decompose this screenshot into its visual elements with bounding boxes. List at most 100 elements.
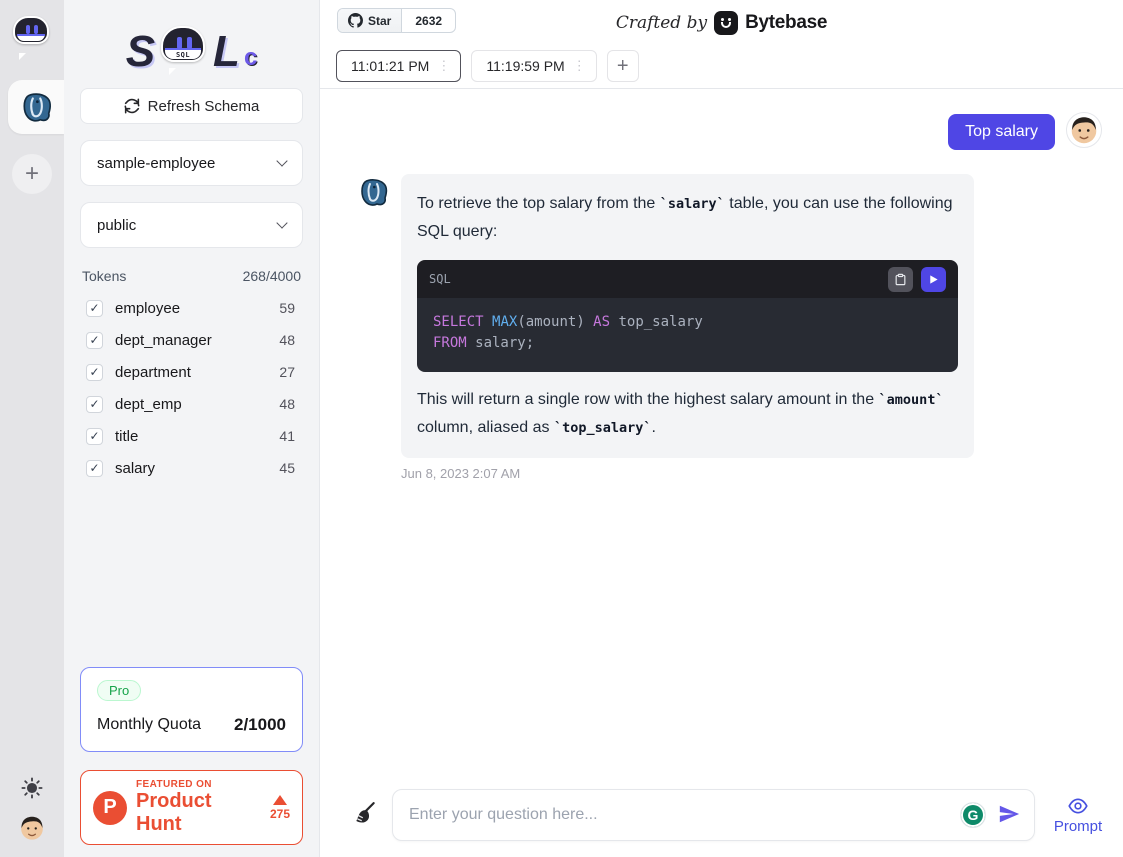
chevron-down-icon bbox=[276, 217, 287, 228]
table-row-department: department 27 bbox=[80, 360, 303, 384]
assistant-intro-text: To retrieve the top salary from the `sal… bbox=[417, 190, 958, 246]
conversation-tab-active[interactable]: 11:01:21 PM ⋮ bbox=[336, 50, 461, 82]
table-token-count: 48 bbox=[279, 396, 295, 412]
play-icon bbox=[928, 274, 939, 285]
postgresql-icon bbox=[19, 90, 53, 124]
code-language-label: SQL bbox=[429, 272, 451, 286]
table-token-count: 59 bbox=[279, 300, 295, 316]
schema-select[interactable]: public bbox=[80, 202, 303, 248]
table-name: department bbox=[115, 364, 191, 381]
kebab-menu-icon[interactable]: ⋮ bbox=[573, 58, 586, 74]
table-name: dept_emp bbox=[115, 396, 182, 413]
prompt-button[interactable]: Prompt bbox=[1049, 796, 1107, 835]
main-header: Star 2632 Crafted by Bytebase 11:01:21 P… bbox=[320, 0, 1123, 89]
github-star-button[interactable]: Star 2632 bbox=[337, 8, 456, 33]
pro-badge: Pro bbox=[97, 680, 141, 701]
broom-icon bbox=[352, 801, 378, 827]
chat-area: Top salary bbox=[320, 89, 1123, 857]
sidebar: S SQL L c Refresh Schema sample-employee bbox=[64, 0, 320, 857]
assistant-message-bubble: To retrieve the top salary from the `sal… bbox=[401, 174, 974, 458]
conversation-tabs: 11:01:21 PM ⋮ 11:19:59 PM ⋮ + bbox=[336, 50, 1107, 82]
assistant-outro-text: This will return a single row with the h… bbox=[417, 386, 958, 442]
product-hunt-name: Product Hunt bbox=[136, 790, 261, 836]
connection-item-postgres[interactable] bbox=[8, 80, 64, 134]
user-message-bubble: Top salary bbox=[948, 114, 1055, 150]
quota-label: Monthly Quota bbox=[97, 716, 201, 734]
composer: G Prompt bbox=[320, 789, 1123, 857]
message-timestamp: Jun 8, 2023 2:07 AM bbox=[401, 466, 1123, 481]
inline-code: `salary` bbox=[660, 196, 725, 212]
product-hunt-badge[interactable]: P FEATURED ON Product Hunt 275 bbox=[80, 770, 303, 845]
table-token-count: 45 bbox=[279, 460, 295, 476]
refresh-schema-button[interactable]: Refresh Schema bbox=[80, 88, 303, 124]
table-token-count: 48 bbox=[279, 332, 295, 348]
kebab-menu-icon[interactable]: ⋮ bbox=[437, 58, 450, 74]
plus-icon: + bbox=[617, 55, 629, 78]
postgresql-icon bbox=[357, 176, 389, 208]
tokens-summary: Tokens 268/4000 bbox=[80, 268, 303, 284]
product-hunt-featured-label: FEATURED ON bbox=[136, 779, 261, 790]
database-select-value: sample-employee bbox=[97, 155, 215, 172]
copy-code-button[interactable] bbox=[888, 267, 913, 292]
table-token-count: 27 bbox=[279, 364, 295, 380]
add-connection-button[interactable]: + bbox=[12, 154, 52, 194]
table-row-dept-emp: dept_emp 48 bbox=[80, 392, 303, 416]
clear-conversation-button[interactable] bbox=[350, 800, 380, 830]
logo-robot-icon: SQL bbox=[161, 26, 207, 72]
logo-letter-l: L bbox=[213, 30, 240, 74]
sqlchat-logo: S SQL L c bbox=[80, 8, 303, 80]
table-token-count: 41 bbox=[279, 428, 295, 444]
table-name: employee bbox=[115, 300, 180, 317]
sqlchat-app: + bbox=[0, 0, 1123, 857]
logo-badge: SQL bbox=[176, 51, 190, 59]
run-code-button[interactable] bbox=[921, 267, 946, 292]
user-avatar bbox=[1066, 112, 1102, 148]
table-checkbox[interactable] bbox=[86, 396, 103, 413]
table-checkbox[interactable] bbox=[86, 460, 103, 477]
inline-code: `top_salary` bbox=[554, 420, 652, 436]
question-input[interactable] bbox=[409, 806, 960, 824]
send-button[interactable] bbox=[996, 803, 1022, 827]
table-checkbox[interactable] bbox=[86, 300, 103, 317]
sun-icon bbox=[21, 777, 43, 799]
sql-code-block: SQL bbox=[417, 260, 958, 372]
question-input-box: G bbox=[392, 789, 1035, 841]
refresh-schema-label: Refresh Schema bbox=[148, 98, 260, 115]
database-select[interactable]: sample-employee bbox=[80, 140, 303, 186]
theme-toggle-button[interactable] bbox=[21, 777, 43, 799]
logo-letter-c: c bbox=[244, 44, 257, 72]
table-row-salary: salary 45 bbox=[80, 456, 303, 480]
connection-rail: + bbox=[0, 0, 64, 857]
quota-value: 2/1000 bbox=[234, 715, 286, 735]
table-name: dept_manager bbox=[115, 332, 212, 349]
tokens-label: Tokens bbox=[82, 268, 126, 284]
table-checkbox[interactable] bbox=[86, 428, 103, 445]
prompt-button-label: Prompt bbox=[1054, 818, 1102, 835]
sqlchat-bot-avatar[interactable] bbox=[13, 16, 51, 54]
account-avatar[interactable] bbox=[17, 813, 47, 843]
table-checkbox[interactable] bbox=[86, 364, 103, 381]
conversation-tab[interactable]: 11:19:59 PM ⋮ bbox=[471, 50, 596, 82]
quota-card[interactable]: Pro Monthly Quota 2/1000 bbox=[80, 667, 303, 752]
code-block-header: SQL bbox=[417, 260, 958, 298]
crafted-by-label: Crafted by bbox=[616, 13, 707, 33]
table-checkbox[interactable] bbox=[86, 332, 103, 349]
product-hunt-logo-icon: P bbox=[93, 791, 127, 825]
new-conversation-button[interactable]: + bbox=[607, 50, 639, 82]
github-icon bbox=[348, 13, 363, 28]
eye-icon bbox=[1066, 796, 1090, 816]
upvote-icon bbox=[273, 795, 287, 805]
send-icon bbox=[997, 803, 1021, 825]
tokens-value: 268/4000 bbox=[243, 268, 301, 284]
logo-letter-s: S bbox=[126, 30, 155, 74]
schema-select-value: public bbox=[97, 217, 136, 234]
table-row-title: title 41 bbox=[80, 424, 303, 448]
grammarly-icon[interactable]: G bbox=[960, 802, 986, 828]
refresh-icon bbox=[124, 98, 140, 114]
clipboard-icon bbox=[894, 273, 907, 286]
robot-icon bbox=[13, 16, 49, 44]
code-body: SELECT MAX(amount) AS top_salaryFROM sal… bbox=[417, 298, 958, 372]
crafted-by[interactable]: Crafted by Bytebase bbox=[616, 11, 827, 35]
table-name: title bbox=[115, 428, 138, 445]
bytebase-logo-icon bbox=[714, 11, 738, 35]
